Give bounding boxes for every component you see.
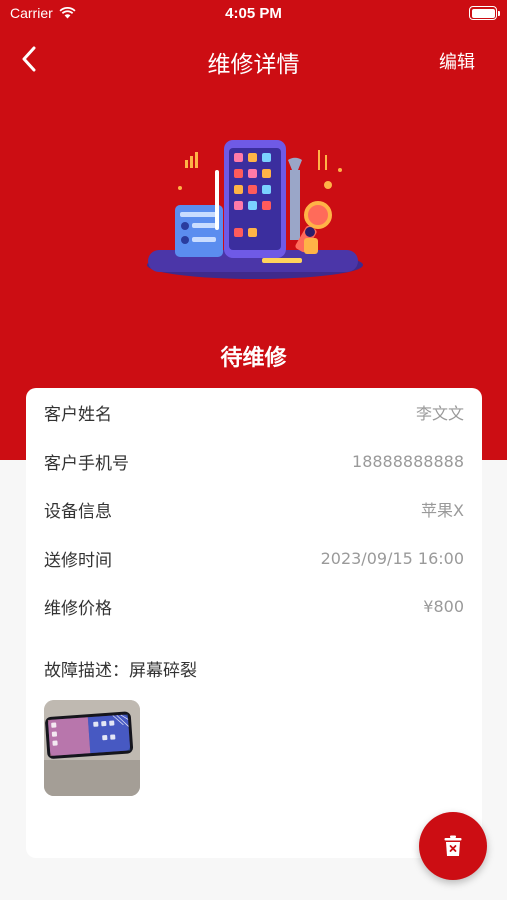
clock: 4:05 PM [225, 5, 282, 22]
trash-icon [444, 835, 462, 856]
delete-button[interactable] [419, 812, 487, 880]
field-value: 18888888888 [352, 451, 464, 471]
field-row-device-info: 设备信息 苹果X [44, 494, 464, 524]
field-label: 设备信息 [44, 501, 112, 522]
field-label: 客户手机号 [44, 453, 129, 474]
repair-detail-card: 客户姓名 李文文 客户手机号 18888888888 设备信息 苹果X 送修时间… [26, 388, 482, 858]
field-row-customer-name: 客户姓名 李文文 [44, 397, 464, 427]
field-value: ¥800 [423, 596, 464, 616]
repair-illustration [147, 140, 363, 279]
field-label: 送修时间 [44, 550, 112, 571]
battery-icon [469, 6, 500, 20]
field-value: 2023/09/15 16:00 [320, 548, 464, 568]
phone-photo-image [44, 700, 140, 796]
field-row-drop-off-time: 送修时间 2023/09/15 16:00 [44, 543, 464, 573]
field-value: 李文文 [415, 404, 464, 423]
field-label: 客户姓名 [44, 404, 112, 425]
device-photo-thumbnail[interactable] [44, 700, 140, 796]
field-value: 苹果X [421, 501, 464, 520]
status-bar: Carrier 4:05 PM [0, 0, 507, 28]
field-row-customer-phone: 客户手机号 18888888888 [44, 446, 464, 476]
page-title: 维修详情 [207, 52, 300, 78]
navigation-bar: 维修详情 编辑 [0, 36, 507, 82]
edit-button[interactable]: 编辑 [439, 48, 475, 74]
field-label: 维修价格 [44, 598, 112, 619]
field-row-repair-price: 维修价格 ¥800 [44, 591, 464, 621]
repair-status-title: 待维修 [220, 346, 287, 371]
fault-description: 故障描述：屏幕碎裂 [44, 661, 197, 681]
